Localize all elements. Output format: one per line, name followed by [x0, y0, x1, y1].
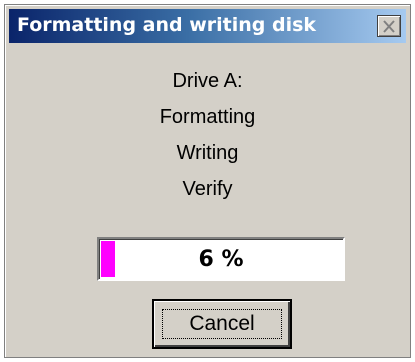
writing-label: Writing: [176, 142, 239, 164]
dialog-title: Formatting and writing disk: [17, 14, 317, 36]
formatting-label: Formatting: [159, 106, 256, 128]
cancel-button[interactable]: Cancel: [152, 299, 292, 349]
progress-percent: 6 %: [198, 246, 244, 272]
title-bar[interactable]: Formatting and writing disk: [9, 9, 406, 43]
format-dialog-window: Formatting and writing disk Drive A: For…: [4, 4, 411, 358]
cancel-button-label: Cancel: [189, 312, 255, 335]
status-lines: Drive A: Formatting Writing Verify: [5, 63, 410, 207]
close-x-icon: [383, 19, 395, 33]
verify-label: Verify: [182, 178, 233, 200]
drive-label: Drive A:: [172, 70, 243, 92]
progress-bar: 6 %: [97, 237, 345, 281]
close-button[interactable]: [377, 15, 401, 37]
